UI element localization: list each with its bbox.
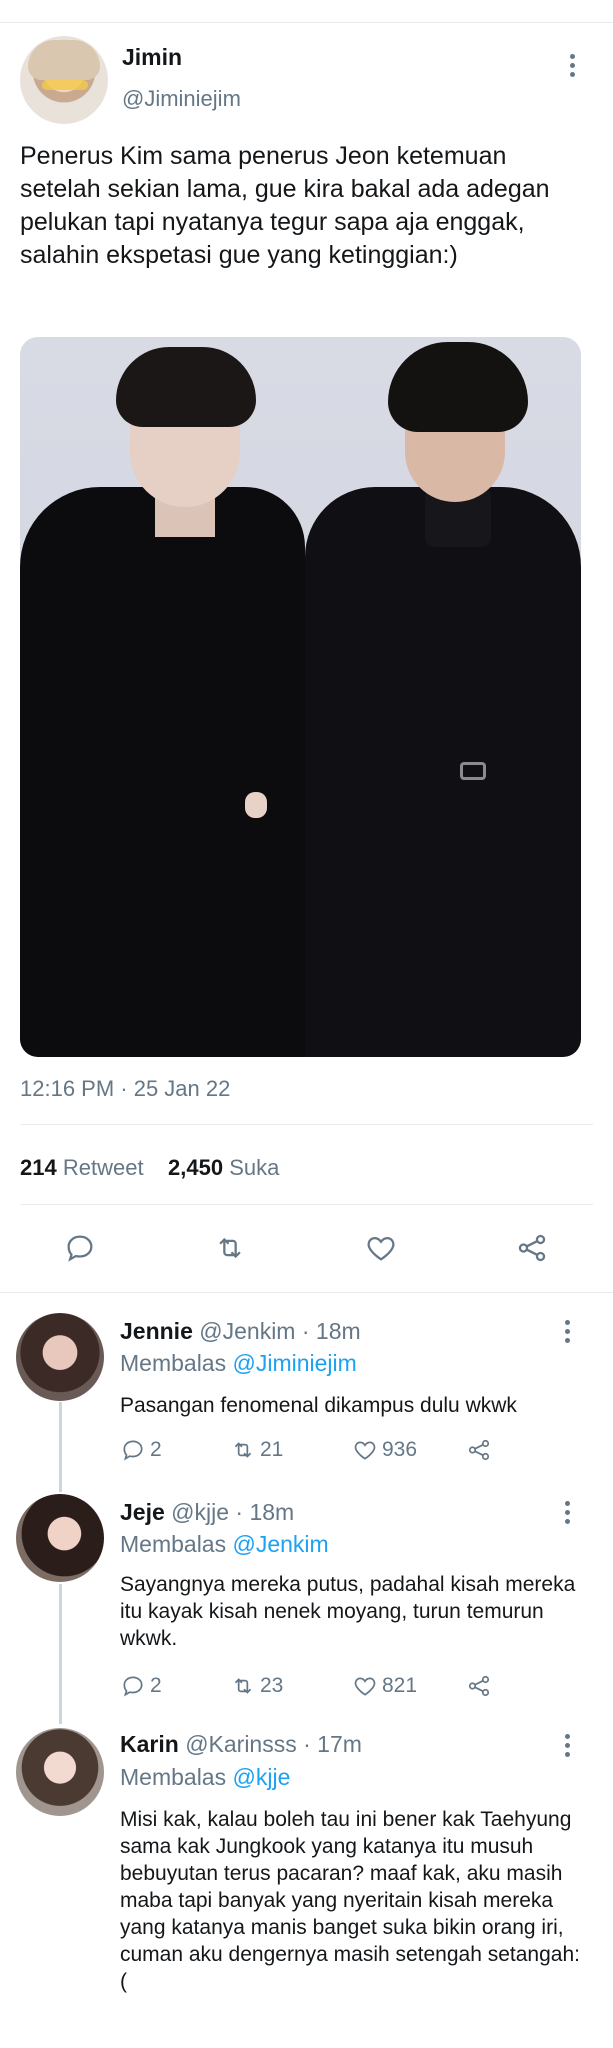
- avatar-hair: [28, 40, 100, 80]
- reply-button[interactable]: 2: [120, 1673, 162, 1699]
- replying-to: Membalas @kjje: [120, 1764, 290, 1791]
- divider: [20, 1124, 593, 1125]
- heart-icon: [354, 1441, 376, 1460]
- photo-hand: [245, 792, 267, 818]
- replying-to-link[interactable]: @kjje: [233, 1764, 291, 1790]
- more-vertical-icon[interactable]: [568, 54, 576, 80]
- photo-person-left-coat: [20, 487, 305, 1057]
- reply-age: · 18m: [301, 1318, 361, 1344]
- retweet-count: 23: [260, 1674, 284, 1697]
- reply-author-handle[interactable]: @Karinsss: [185, 1731, 297, 1757]
- like-label[interactable]: Suka: [229, 1155, 279, 1180]
- like-button[interactable]: 936: [352, 1437, 417, 1463]
- replying-to-link[interactable]: @Jenkim: [233, 1531, 329, 1557]
- more-vertical-icon[interactable]: [563, 1501, 571, 1527]
- replying-label: Membalas: [120, 1764, 227, 1790]
- like-count[interactable]: 2,450: [168, 1155, 223, 1180]
- avatar[interactable]: [16, 1728, 104, 1816]
- reply-author-name[interactable]: Jennie: [120, 1318, 193, 1344]
- share-nodes-icon: [468, 1439, 490, 1461]
- reply-header: Jennie @Jenkim · 18m: [120, 1318, 361, 1345]
- retweet-button[interactable]: 21: [230, 1437, 283, 1463]
- divider: [0, 1292, 613, 1293]
- tweet-timestamp[interactable]: 12:16 PM · 25 Jan 22: [20, 1076, 230, 1102]
- retweet-label[interactable]: Retweet: [63, 1155, 144, 1180]
- replying-to: Membalas @Jiminiejim: [120, 1350, 357, 1377]
- photo-person-right-coat: [305, 487, 581, 1057]
- like-count: 821: [382, 1674, 418, 1697]
- retweet-arrows-icon: [234, 1442, 252, 1458]
- reply-author-handle[interactable]: @Jenkim: [199, 1318, 295, 1344]
- photo-belt-buckle: [460, 762, 486, 780]
- comment-bubble-icon: [123, 1440, 143, 1461]
- author-name[interactable]: Jimin: [122, 44, 182, 71]
- photo-person-right-hair: [388, 342, 528, 432]
- reply-text: Misi kak, kalau boleh tau ini bener kak …: [120, 1808, 580, 1993]
- heart-icon: [354, 1677, 376, 1696]
- share-button[interactable]: [466, 1673, 496, 1699]
- retweet-arrows-icon: [234, 1678, 252, 1694]
- top-divider: [0, 22, 613, 23]
- like-button[interactable]: 821: [352, 1673, 417, 1699]
- divider: [20, 1204, 593, 1205]
- more-vertical-icon[interactable]: [563, 1320, 571, 1346]
- avatar[interactable]: [16, 1494, 104, 1582]
- avatar-glasses: [42, 80, 88, 90]
- reply-age: · 18m: [235, 1499, 295, 1525]
- retweet-count: 21: [260, 1438, 284, 1461]
- reply-header: Karin @Karinsss · 17m: [120, 1731, 362, 1758]
- thread-line: [59, 1402, 62, 1492]
- reply-author-handle[interactable]: @kjje: [171, 1499, 229, 1525]
- replying-to-link[interactable]: @Jiminiejim: [233, 1350, 357, 1376]
- comment-bubble-icon: [123, 1676, 143, 1697]
- retweet-count[interactable]: 214: [20, 1155, 57, 1180]
- reply-actions: 2 23 821: [120, 1673, 500, 1703]
- retweet-button[interactable]: 23: [230, 1673, 283, 1699]
- reply-actions: 2 21 936: [120, 1437, 500, 1467]
- avatar[interactable]: [20, 36, 108, 124]
- reply-header: Jeje @kjje · 18m: [120, 1499, 294, 1526]
- reply-text: Pasangan fenomenal dikampus dulu wkwk: [120, 1394, 517, 1417]
- comment-bubble-icon[interactable]: [60, 1228, 100, 1268]
- reply-button[interactable]: 2: [120, 1437, 162, 1463]
- avatar[interactable]: [16, 1313, 104, 1401]
- reply-age: · 17m: [303, 1731, 362, 1757]
- like-count: 936: [382, 1438, 418, 1461]
- replying-label: Membalas: [120, 1531, 227, 1557]
- reply-text: Sayangnya mereka putus, padahal kisah me…: [120, 1573, 576, 1650]
- share-nodes-icon: [468, 1675, 490, 1697]
- reply-count: 2: [150, 1438, 162, 1461]
- thread-line: [59, 1584, 62, 1724]
- tweet-stats: 214 Retweet 2,450 Suka: [20, 1155, 279, 1181]
- heart-icon[interactable]: [361, 1228, 401, 1268]
- reply-count: 2: [150, 1674, 162, 1697]
- replying-label: Membalas: [120, 1350, 227, 1376]
- more-vertical-icon[interactable]: [563, 1734, 571, 1760]
- retweet-arrows-icon[interactable]: [210, 1228, 250, 1268]
- author-handle[interactable]: @Jiminiejim: [122, 86, 241, 112]
- reply-author-name[interactable]: Karin: [120, 1731, 179, 1757]
- replying-to: Membalas @Jenkim: [120, 1531, 329, 1558]
- tweet-photo[interactable]: [20, 337, 581, 1057]
- reply-author-name[interactable]: Jeje: [120, 1499, 165, 1525]
- share-nodes-icon[interactable]: [512, 1228, 552, 1268]
- tweet-text: Penerus Kim sama penerus Jeon ketemuan s…: [20, 142, 550, 269]
- photo-person-left-hair: [116, 347, 256, 427]
- share-button[interactable]: [466, 1437, 496, 1463]
